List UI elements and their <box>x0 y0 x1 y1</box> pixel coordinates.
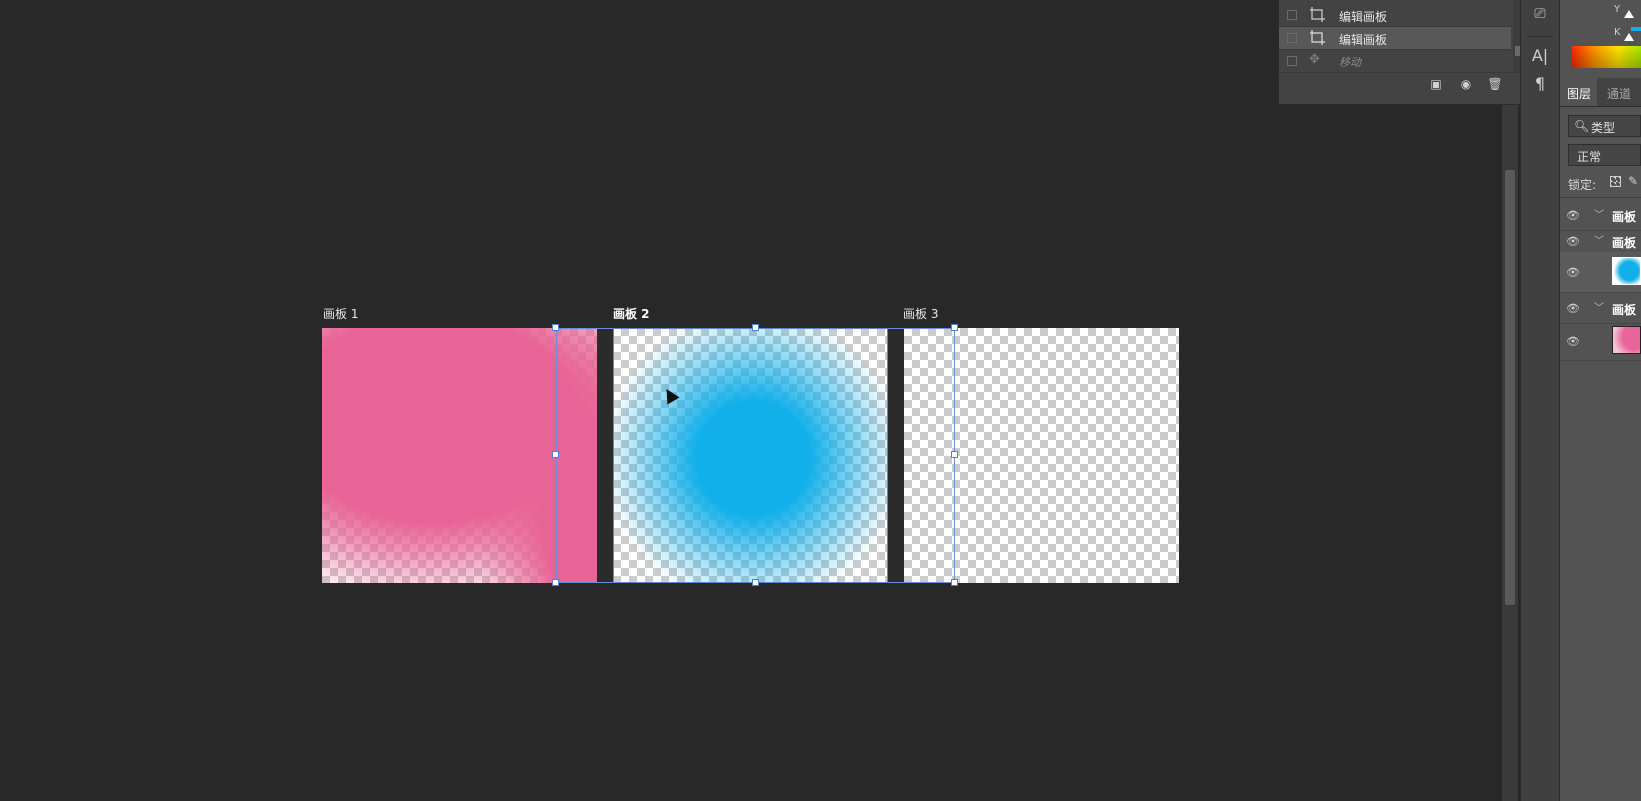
chevron-down-icon[interactable]: ﹀ <box>1594 232 1604 247</box>
artboard-icon <box>1309 29 1329 47</box>
artboard-icon <box>1309 6 1329 24</box>
blend-mode-value: 正常 <box>1577 150 1602 164</box>
artboard-2-label[interactable]: 画板 2 <box>613 305 650 322</box>
layers-tab-bar: 图层 通道 <box>1560 78 1641 107</box>
panel-tool-strip: ⎚ A| ¶ <box>1520 0 1560 801</box>
lock-image-pixels-icon[interactable]: ✎ <box>1628 174 1638 188</box>
layer-row-pink[interactable]: 👁︎ <box>1560 322 1641 361</box>
artboard-3-label[interactable]: 画板 3 <box>903 305 938 322</box>
layers-dock: Y K 图层 通道 🔍︎ 类型 正常 锁定: ✎ 👁︎ ﹀ 画板 👁︎ ﹀ 画板… <box>1560 0 1641 801</box>
transform-handle-bottom-right[interactable] <box>951 579 958 586</box>
layer-row-blue[interactable]: 👁︎ <box>1560 252 1641 293</box>
history-item-selected[interactable]: 编辑画板 <box>1279 27 1511 50</box>
artboard-1-label[interactable]: 画板 1 <box>323 305 358 322</box>
layer-filter-label: 类型 <box>1591 121 1616 135</box>
layer-thumbnail[interactable] <box>1612 257 1641 285</box>
layer-name: 画板 <box>1612 303 1637 317</box>
document-scrollbar[interactable] <box>1502 100 1518 801</box>
layer-name: 画板 <box>1612 236 1637 250</box>
history-item[interactable]: 编辑画板 <box>1279 4 1511 27</box>
tab-channels[interactable]: 通道 <box>1607 85 1631 102</box>
history-footer: ▣ ◉ 🗑 <box>1279 72 1527 99</box>
blend-mode-select[interactable]: 正常 <box>1568 144 1641 166</box>
transform-handle-top-left[interactable] <box>552 324 559 331</box>
transform-handle-top-right[interactable] <box>951 324 958 331</box>
trash-icon[interactable]: 🗑 <box>1486 77 1504 95</box>
slider-marker-icon[interactable] <box>1624 33 1634 41</box>
slider-marker-icon[interactable] <box>1624 10 1634 18</box>
transform-handle-left[interactable] <box>552 451 559 458</box>
layer-filter-select[interactable]: 🔍︎ 类型 <box>1568 115 1641 137</box>
color-slider-k-label: K <box>1614 27 1621 38</box>
character-icon[interactable]: A| <box>1521 46 1559 65</box>
history-panel: 编辑画板 编辑画板 ✥ 移动 ▣ ◉ 🗑 <box>1278 0 1528 105</box>
search-icon: 🔍︎ <box>1574 119 1590 133</box>
color-panel: Y K <box>1560 0 1641 78</box>
chevron-down-icon[interactable]: ﹀ <box>1594 299 1604 314</box>
history-item-label: 编辑画板 <box>1339 33 1388 47</box>
chevron-down-icon[interactable]: ﹀ <box>1594 206 1604 221</box>
transform-handle-top[interactable] <box>752 324 759 331</box>
move-icon: ✥ <box>1309 52 1320 67</box>
eye-icon[interactable]: 👁︎ <box>1566 209 1580 222</box>
color-slider-y-label: Y <box>1614 4 1621 15</box>
transform-handle-bottom[interactable] <box>752 579 759 586</box>
tab-layers[interactable]: 图层 <box>1567 85 1591 102</box>
eye-icon[interactable]: 👁︎ <box>1566 335 1580 348</box>
document-scrollbar-thumb[interactable] <box>1505 170 1515 605</box>
history-item-label: 移动 <box>1339 56 1361 69</box>
eye-icon[interactable]: 👁︎ <box>1566 266 1580 279</box>
camera-icon[interactable]: ◉ <box>1457 77 1475 95</box>
eye-icon[interactable]: 👁︎ <box>1566 302 1580 315</box>
artboard-2-outline <box>613 328 888 583</box>
history-item-label: 编辑画板 <box>1339 10 1388 24</box>
transform-handle-bottom-left[interactable] <box>552 579 559 586</box>
canvas-area[interactable]: 画板 1 画板 2 画板 3 <box>0 0 1502 801</box>
layer-row-artboard[interactable]: 👁︎ ﹀ 画板 <box>1560 293 1641 324</box>
new-document-from-state-icon[interactable]: ▣ <box>1427 77 1445 95</box>
color-slider-fill <box>1631 27 1641 31</box>
stamp-icon[interactable]: ⎚ <box>1521 6 1559 22</box>
history-item[interactable]: ✥ 移动 <box>1279 50 1511 73</box>
history-snapshot-checkbox[interactable] <box>1287 56 1297 66</box>
divider <box>1560 197 1641 198</box>
transform-handle-right[interactable] <box>951 451 958 458</box>
eye-icon[interactable]: 👁︎ <box>1566 235 1580 248</box>
history-snapshot-checkbox[interactable] <box>1287 33 1297 43</box>
divider <box>1527 36 1553 37</box>
lock-label: 锁定: <box>1568 178 1597 192</box>
layer-thumbnail[interactable] <box>1612 326 1641 354</box>
paragraph-icon[interactable]: ¶ <box>1521 74 1559 93</box>
layer-name: 画板 <box>1612 210 1637 224</box>
lock-transparent-pixels-icon[interactable] <box>1610 176 1621 187</box>
history-snapshot-checkbox[interactable] <box>1287 10 1297 20</box>
color-spectrum[interactable] <box>1572 46 1641 68</box>
